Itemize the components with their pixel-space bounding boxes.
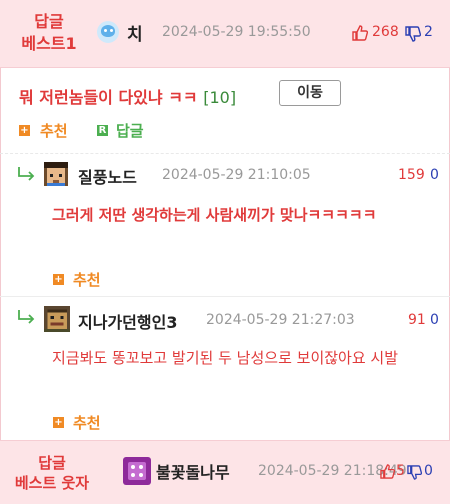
best-reply-header: 답글 베스트1 치 2024-05-29 19:55:50 268 2 [0,0,450,68]
best-label-line2: 베스트1 [21,34,77,53]
thumbs-up-icon[interactable] [352,25,368,41]
upvote-count[interactable]: 159 [398,167,425,183]
reply-r-icon: R [97,125,108,136]
comment-count: [10] [203,88,237,107]
post-title-text[interactable]: 뭐 저런놈들이 다있냐 ㅋㅋ [19,88,198,107]
best-reply-footer: 답글 베스트 웃자 불꽃돌나무 2024-05-29 21:18:49 5 0 [0,440,450,504]
recommend-button[interactable]: 추천 [40,120,68,141]
upvote-count: 5 [396,463,405,479]
datetime: 2024-05-29 21:10:05 [162,167,311,183]
upvote-count: 268 [372,24,399,40]
plus-icon: + [19,125,30,136]
user-avatar[interactable] [44,162,68,186]
comment-text: 그러게 저딴 생각하는게 사람새끼가 맞나ㅋㅋㅋㅋㅋ [52,206,377,224]
datetime: 2024-05-29 19:55:50 [162,24,311,40]
reply-arrow-icon [18,167,35,181]
downvote-count: 2 [424,24,433,40]
username[interactable]: 불꽃돌나무 [156,459,230,483]
user-avatar[interactable] [123,457,151,485]
thumbs-down-icon[interactable] [405,26,421,42]
move-button[interactable]: 이동 [279,80,341,106]
plus-icon: + [53,417,64,428]
username[interactable]: 질풍노드 [78,164,137,188]
downvote-count[interactable]: 0 [430,167,439,183]
thumbs-down-icon[interactable] [407,465,422,480]
comment-item: 지나가던행인3 2024-05-29 21:27:03 91 0 지금봐도 똥꼬… [0,297,450,440]
downvote-count[interactable]: 0 [430,312,439,328]
post-section: 뭐 저런놈들이 다있냐 ㅋㅋ [10] 이동 + 추천 R 답글 [0,68,450,154]
comment-text: 지금봐도 똥꼬보고 발기된 두 남성으로 보이잖아요 시발 [52,349,399,367]
username[interactable]: 지나가던행인3 [78,309,177,333]
comment-item: 질풍노드 2024-05-29 21:10:05 159 0 그러게 저딴 생각… [0,154,450,297]
reply-button[interactable]: 답글 [116,120,144,141]
username[interactable]: 치 [127,20,143,45]
best-label-line1: 답글 [34,12,64,31]
recommend-button[interactable]: 추천 [73,269,101,290]
downvote-count: 0 [424,463,433,479]
reply-arrow-icon [18,310,35,324]
upvote-count[interactable]: 91 [408,312,426,328]
datetime: 2024-05-29 21:27:03 [206,312,355,328]
plus-icon: + [53,274,64,285]
best-label-line1: 답글 [38,454,66,472]
user-avatar[interactable] [97,21,119,43]
best-label-line2: 베스트 웃자 [14,474,90,492]
post-title[interactable]: 뭐 저런놈들이 다있냐 ㅋㅋ [10] [19,84,236,108]
recommend-button[interactable]: 추천 [73,412,101,433]
user-avatar[interactable] [44,306,70,332]
thumbs-up-icon[interactable] [380,464,395,479]
